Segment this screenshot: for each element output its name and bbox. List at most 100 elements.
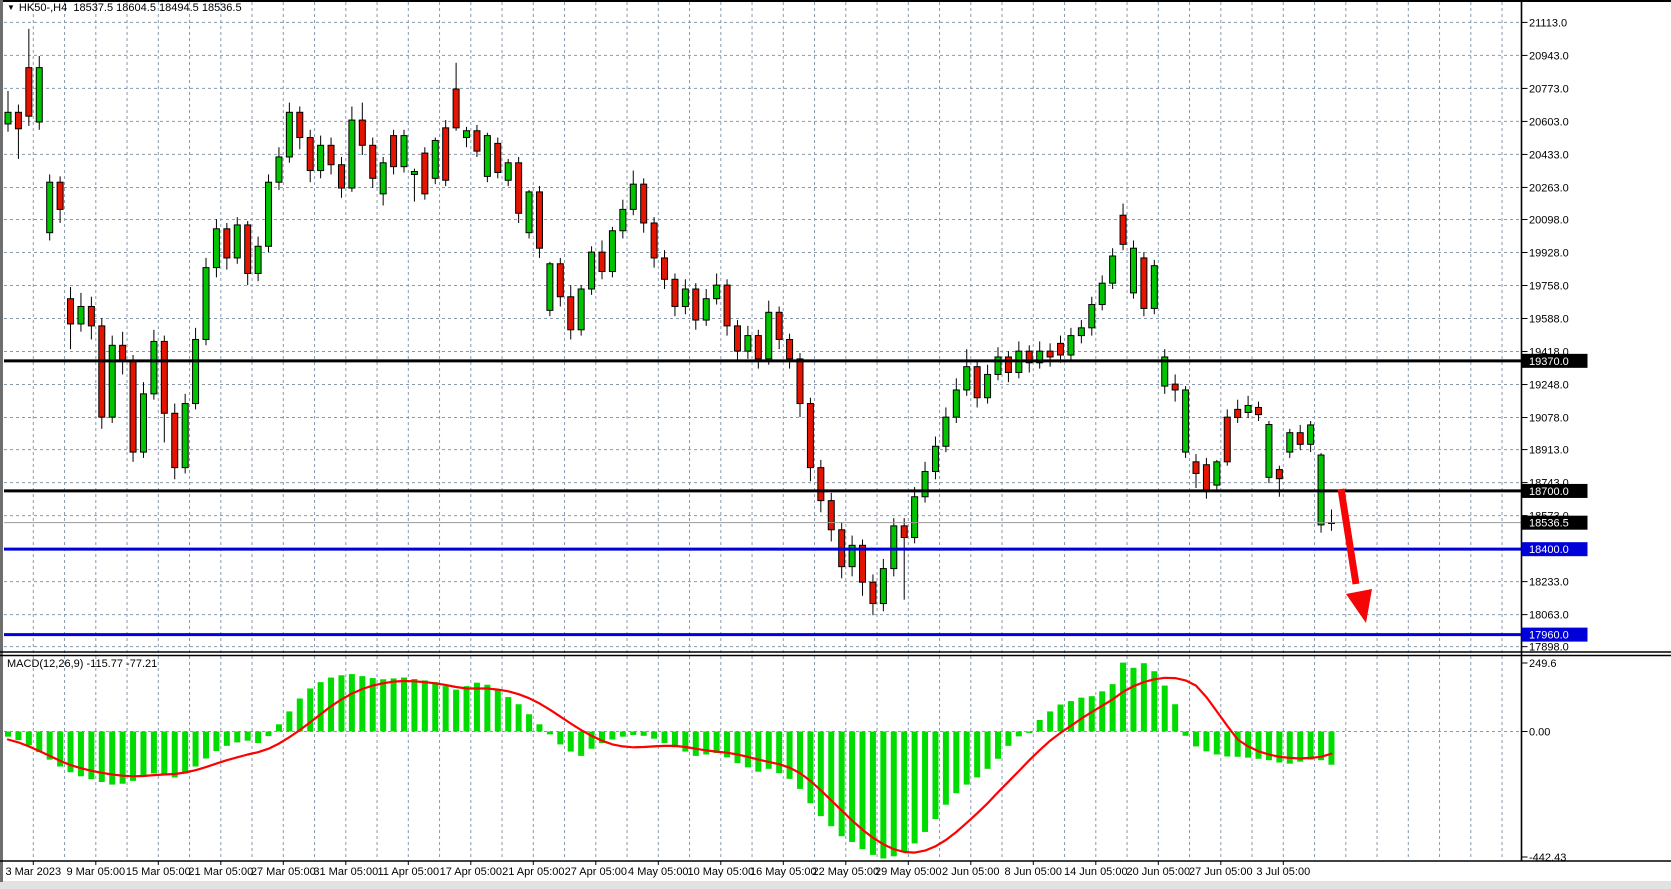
macd-bar bbox=[912, 732, 918, 844]
price-tick-label: 18913.0 bbox=[1529, 445, 1569, 457]
macd-bar bbox=[495, 689, 501, 731]
macd-bar bbox=[464, 686, 470, 731]
candle-body bbox=[985, 374, 991, 397]
candle-body bbox=[1266, 425, 1272, 478]
candle-body bbox=[1141, 258, 1147, 308]
macd-bar bbox=[1130, 668, 1136, 732]
date-tick-label: 20 Jun 05:00 bbox=[1126, 866, 1190, 878]
price-tick-label: 20433.0 bbox=[1529, 149, 1569, 161]
candle-body bbox=[870, 582, 876, 603]
candle-body bbox=[193, 339, 199, 403]
macd-bar bbox=[203, 732, 209, 759]
candle-body bbox=[1172, 384, 1178, 390]
candle-body bbox=[703, 299, 709, 320]
macd-bar bbox=[151, 732, 157, 774]
macd-bar bbox=[1120, 663, 1126, 732]
candle-body bbox=[1089, 305, 1095, 328]
candle-body bbox=[922, 472, 928, 497]
candle-body bbox=[1256, 407, 1262, 414]
candle-body bbox=[453, 89, 459, 128]
macd-bar bbox=[26, 732, 32, 746]
macd-bar bbox=[224, 732, 230, 746]
macd-bar bbox=[1172, 704, 1178, 731]
candle-body bbox=[213, 229, 219, 268]
svg-text:18400.0: 18400.0 bbox=[1529, 544, 1569, 556]
macd-bar bbox=[161, 732, 167, 776]
macd-bar bbox=[995, 732, 1001, 759]
date-tick-label: 8 Jun 05:00 bbox=[1005, 866, 1063, 878]
macd-bar bbox=[985, 732, 991, 769]
macd-bar bbox=[1224, 732, 1230, 757]
chart-canvas[interactable]: 21113.020943.020773.020603.020433.020263… bbox=[0, 0, 1671, 889]
macd-bar bbox=[359, 676, 365, 731]
price-tick-label: 19758.0 bbox=[1529, 281, 1569, 293]
candle-body bbox=[464, 131, 470, 138]
macd-bar bbox=[505, 697, 511, 731]
macd-bar bbox=[776, 732, 782, 774]
candle-body bbox=[505, 163, 511, 180]
macd-bar bbox=[255, 732, 261, 743]
macd-bar bbox=[568, 732, 574, 752]
macd-bar bbox=[297, 698, 303, 731]
candle-body bbox=[370, 145, 376, 178]
candle-body bbox=[57, 182, 63, 209]
candle-body bbox=[891, 526, 897, 569]
date-tick-label: 15 Mar 05:00 bbox=[126, 866, 191, 878]
macd-bar bbox=[193, 732, 199, 767]
symbol-dropdown-icon[interactable]: ▼ bbox=[7, 3, 15, 12]
macd-bar bbox=[422, 680, 428, 731]
candle-body bbox=[276, 157, 282, 182]
candle-body bbox=[932, 446, 938, 471]
candle-body bbox=[203, 268, 209, 340]
window-bottom-edge bbox=[0, 881, 1671, 889]
candle-body bbox=[1193, 462, 1199, 474]
date-tick-label: 4 May 05:00 bbox=[628, 866, 689, 878]
macd-tick-label: 249.6 bbox=[1529, 658, 1557, 670]
price-tick-label: 17898.0 bbox=[1529, 642, 1569, 654]
chart-background[interactable] bbox=[0, 0, 1671, 889]
macd-bar bbox=[1078, 698, 1084, 732]
price-tick-label: 18233.0 bbox=[1529, 577, 1569, 589]
macd-bar bbox=[630, 732, 636, 735]
candle-body bbox=[745, 336, 751, 352]
macd-bar bbox=[401, 678, 407, 732]
candle-body bbox=[787, 339, 793, 358]
date-tick-label: 10 May 05:00 bbox=[687, 866, 754, 878]
macd-main-value: -115.77 bbox=[86, 658, 123, 670]
candle-body bbox=[182, 404, 188, 468]
macd-bar bbox=[1297, 732, 1303, 762]
price-tick-label: 20098.0 bbox=[1529, 214, 1569, 226]
candle-body bbox=[609, 231, 615, 272]
macd-bar bbox=[172, 732, 178, 778]
candle-body bbox=[714, 285, 720, 299]
candle-body bbox=[1183, 390, 1189, 452]
macd-tick-label: -442.43 bbox=[1529, 852, 1566, 864]
candle-body bbox=[1110, 256, 1116, 283]
ohlc-low: 18494.5 bbox=[159, 2, 199, 14]
candle-body bbox=[682, 289, 688, 306]
candle-body bbox=[307, 138, 313, 171]
candle-body bbox=[641, 184, 647, 223]
date-tick-label: 14 Jun 05:00 bbox=[1064, 866, 1128, 878]
candle-body bbox=[495, 143, 501, 172]
candle-body bbox=[1005, 357, 1011, 373]
macd-bar bbox=[349, 674, 355, 731]
price-tick-label: 20263.0 bbox=[1529, 182, 1569, 194]
date-tick-label: 9 Mar 05:00 bbox=[66, 866, 125, 878]
macd-bar bbox=[547, 732, 553, 735]
macd-bar bbox=[974, 732, 980, 778]
macd-bar bbox=[140, 732, 146, 777]
macd-bar bbox=[1256, 732, 1262, 759]
candle-body bbox=[255, 246, 261, 273]
macd-bar bbox=[1141, 663, 1147, 731]
candle-body bbox=[318, 145, 324, 170]
date-tick-label: 2 Jun 05:00 bbox=[942, 866, 1000, 878]
macd-bar bbox=[807, 732, 813, 804]
price-tick-label: 19588.0 bbox=[1529, 314, 1569, 326]
candle-body bbox=[536, 192, 542, 248]
candle-body bbox=[1308, 425, 1314, 444]
candle-body bbox=[1068, 336, 1074, 355]
price-tick-label: 20603.0 bbox=[1529, 116, 1569, 128]
date-tick-label: 27 Apr 05:00 bbox=[565, 866, 627, 878]
candle-body bbox=[172, 413, 178, 467]
